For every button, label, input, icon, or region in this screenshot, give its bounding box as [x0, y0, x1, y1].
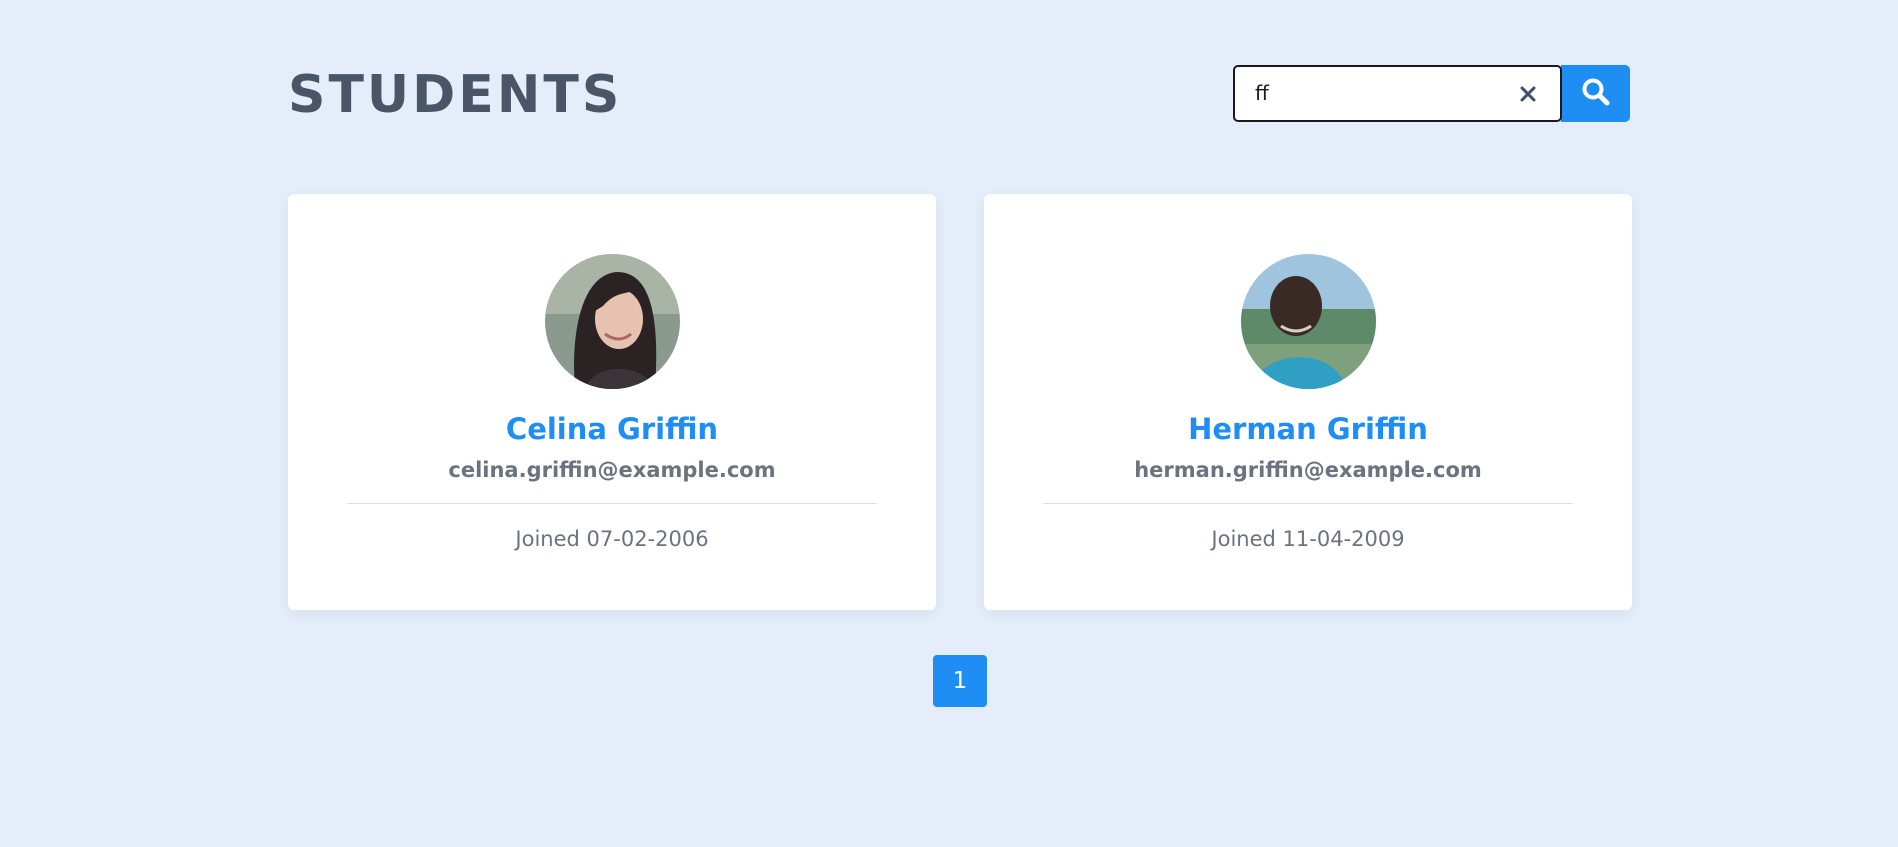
student-name[interactable]: Celina Griffin	[288, 412, 936, 446]
search-input[interactable]	[1255, 67, 1505, 120]
avatar	[545, 254, 680, 389]
search-field[interactable]	[1233, 65, 1562, 122]
student-card: Celina Griffin celina.griffin@example.co…	[288, 194, 936, 610]
student-card: Herman Griffin herman.griffin@example.co…	[984, 194, 1632, 610]
student-email: herman.griffin@example.com	[1134, 458, 1482, 482]
student-email: celina.griffin@example.com	[448, 458, 776, 482]
search-bar	[1233, 65, 1630, 122]
student-name[interactable]: Herman Griffin	[984, 412, 1632, 446]
page-container: STUDENTS ff Celina Griffin celina.griffi…	[288, 0, 1632, 847]
divider	[347, 503, 877, 504]
pagination-page-button[interactable]: 1	[933, 655, 987, 707]
joined-date: Joined 11-04-2009	[1211, 527, 1405, 551]
avatar	[1241, 254, 1376, 389]
joined-date: Joined 07-02-2006	[515, 527, 709, 551]
close-icon[interactable]	[1516, 81, 1540, 107]
page-title: STUDENTS	[288, 65, 623, 125]
search-button[interactable]	[1561, 65, 1630, 122]
search-icon	[1581, 77, 1611, 111]
divider	[1043, 503, 1573, 504]
